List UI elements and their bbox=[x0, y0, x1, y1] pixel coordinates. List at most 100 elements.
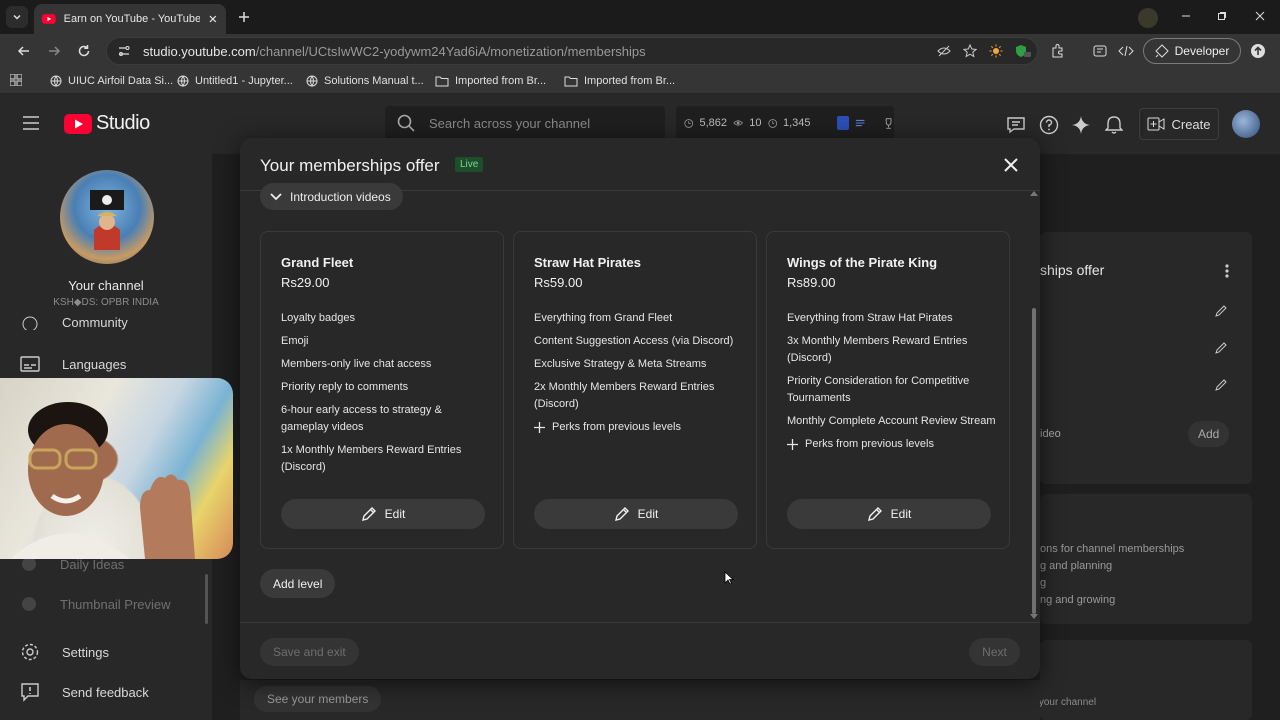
developer-profile-button[interactable]: Developer bbox=[1143, 38, 1241, 64]
close-icon bbox=[1004, 158, 1018, 172]
sparkle-icon[interactable] bbox=[1070, 114, 1092, 136]
subtitles-icon bbox=[20, 356, 40, 372]
site-info-icon[interactable] bbox=[117, 44, 131, 58]
perks-from-previous-levels: Perks from previous levels bbox=[787, 436, 997, 453]
clock-icon bbox=[684, 118, 694, 128]
youtube-favicon-icon bbox=[42, 14, 56, 24]
sidebar-item-languages[interactable]: Languages bbox=[20, 352, 126, 376]
perk-item: Priority reply to comments bbox=[281, 381, 409, 393]
trophy-icon[interactable] bbox=[883, 117, 894, 130]
sidebar-item-thumbnail-preview[interactable]: Thumbnail Preview bbox=[20, 592, 171, 616]
edit-pencil-icon bbox=[361, 507, 376, 521]
bookmark-folder-2[interactable]: Imported from Br... bbox=[564, 73, 675, 89]
forward-button[interactable] bbox=[45, 42, 63, 60]
extension-sun-icon[interactable] bbox=[989, 44, 1003, 58]
bookmark-jupyter[interactable]: Untitled1 - Jupyter... bbox=[177, 73, 293, 89]
perk-item: Monthly Complete Account Review Stream bbox=[787, 415, 996, 427]
reload-icon bbox=[78, 45, 90, 57]
tab-search-toolbar-icon[interactable] bbox=[1092, 43, 1108, 59]
resource-line[interactable]: ons for channel memberships bbox=[1040, 541, 1184, 558]
bookmark-airfoil[interactable]: UIUC Airfoil Data Si... bbox=[50, 73, 173, 89]
new-tab-button[interactable] bbox=[234, 7, 254, 27]
realtime-stats[interactable]: 5,862 10 1,345 bbox=[676, 106, 894, 140]
memberships-offer-dialog: Your memberships offer Live Introduction… bbox=[240, 138, 1040, 679]
edit-pencil-icon[interactable] bbox=[1214, 341, 1228, 355]
extensions-icon[interactable] bbox=[1050, 43, 1066, 59]
sidebar-scrollbar[interactable] bbox=[205, 574, 208, 624]
perk-item: 3x Monthly Members Reward Entries (Disco… bbox=[787, 335, 968, 364]
perks-list: Loyalty badges Emoji Members-only live c… bbox=[281, 310, 491, 482]
chevron-down-icon bbox=[270, 192, 282, 200]
close-dialog-button[interactable] bbox=[1000, 154, 1022, 176]
memberships-offer-card-title: ships offer bbox=[1040, 262, 1105, 278]
channel-avatar[interactable] bbox=[60, 170, 154, 264]
back-button[interactable] bbox=[15, 42, 33, 60]
perk-item: Emoji bbox=[281, 335, 309, 347]
close-tab-icon[interactable] bbox=[208, 14, 218, 24]
bookmarks-bar: UIUC Airfoil Data Si... Untitled1 - Jupy… bbox=[0, 68, 1280, 94]
help-icon[interactable] bbox=[1038, 114, 1060, 136]
scroll-down-arrow-icon[interactable] bbox=[1030, 614, 1038, 620]
edit-level-button[interactable]: Edit bbox=[281, 499, 485, 529]
address-bar[interactable]: studio.youtube.com/channel/UCtsIwWC2-yod… bbox=[106, 37, 1038, 65]
introduction-videos-toggle[interactable]: Introduction videos bbox=[260, 183, 403, 210]
tab-search-button[interactable] bbox=[6, 6, 28, 28]
create-video-icon bbox=[1147, 117, 1165, 131]
sidebar-item-settings[interactable]: Settings bbox=[20, 640, 109, 664]
perk-item: Priority Consideration for Competitive T… bbox=[787, 375, 970, 404]
folder-icon bbox=[564, 76, 578, 87]
url-text: studio.youtube.com/channel/UCtsIwWC2-yod… bbox=[143, 43, 646, 59]
update-icon[interactable] bbox=[1250, 43, 1266, 59]
extension-badge-icon[interactable] bbox=[836, 116, 849, 130]
see-members-button[interactable]: See your members bbox=[254, 686, 382, 712]
membership-level-card: Wings of the Pirate King Rs89.00 Everyth… bbox=[766, 231, 1010, 549]
scroll-up-arrow-icon[interactable] bbox=[1030, 190, 1038, 196]
window-close-icon[interactable] bbox=[1246, 6, 1274, 26]
code-icon[interactable] bbox=[1118, 43, 1134, 59]
resource-line[interactable]: g and planning bbox=[1040, 558, 1184, 575]
membership-level-card: Straw Hat Pirates Rs59.00 Everything fro… bbox=[513, 231, 757, 549]
edit-level-button[interactable]: Edit bbox=[787, 499, 991, 529]
plus-icon bbox=[534, 422, 545, 433]
shield-extension-icon[interactable] bbox=[1015, 44, 1031, 58]
edit-level-button[interactable]: Edit bbox=[534, 499, 738, 529]
eye-off-icon[interactable] bbox=[937, 44, 951, 58]
add-intro-button[interactable]: Add bbox=[1188, 421, 1230, 447]
reload-button[interactable] bbox=[75, 42, 93, 60]
plus-icon bbox=[787, 439, 798, 450]
list-icon[interactable] bbox=[855, 117, 865, 129]
resource-line[interactable]: ng and growing bbox=[1040, 592, 1184, 609]
more-vert-icon[interactable] bbox=[1225, 264, 1229, 278]
channel-handle: KSH◆DS: OPBR INDIA bbox=[53, 297, 159, 308]
create-button[interactable]: Create bbox=[1139, 108, 1219, 140]
save-and-exit-button[interactable]: Save and exit bbox=[260, 638, 359, 666]
star-icon[interactable] bbox=[963, 44, 977, 58]
level-name: Grand Fleet bbox=[281, 255, 354, 270]
gear-icon bbox=[21, 643, 39, 661]
bookmark-solutions[interactable]: Solutions Manual t... bbox=[306, 73, 424, 89]
sidebar-item-community[interactable]: Community bbox=[20, 314, 128, 330]
account-avatar[interactable] bbox=[1232, 110, 1260, 138]
next-button[interactable]: Next bbox=[969, 638, 1020, 666]
studio-search-input[interactable]: Search across your channel bbox=[385, 106, 665, 140]
comments-icon[interactable] bbox=[1005, 114, 1027, 136]
studio-logo[interactable]: Studio bbox=[64, 112, 150, 135]
level-price: Rs29.00 bbox=[281, 275, 330, 290]
profile-avatar[interactable] bbox=[1138, 8, 1158, 28]
omnibox-actions bbox=[937, 44, 1031, 58]
edit-pencil-icon[interactable] bbox=[1214, 378, 1228, 392]
sidebar-item-send-feedback[interactable]: Send feedback bbox=[20, 680, 149, 704]
resource-line[interactable]: g bbox=[1040, 575, 1184, 592]
add-level-button[interactable]: Add level bbox=[260, 569, 336, 598]
dialog-scrollbar[interactable] bbox=[1032, 308, 1036, 614]
level-price: Rs89.00 bbox=[787, 275, 836, 290]
restore-icon[interactable] bbox=[1208, 6, 1236, 26]
perk-item: 1x Monthly Members Reward Entries (Disco… bbox=[281, 444, 462, 473]
edit-pencil-icon[interactable] bbox=[1214, 304, 1228, 318]
browser-tab-active[interactable]: Earn on YouTube - YouTube Stu bbox=[34, 4, 226, 34]
bookmark-folder-1[interactable]: Imported from Br... bbox=[435, 73, 546, 89]
notifications-bell-icon[interactable] bbox=[1103, 114, 1125, 136]
minimize-icon[interactable] bbox=[1172, 6, 1200, 26]
apps-grid-icon[interactable] bbox=[10, 74, 22, 86]
menu-icon[interactable] bbox=[22, 116, 40, 130]
